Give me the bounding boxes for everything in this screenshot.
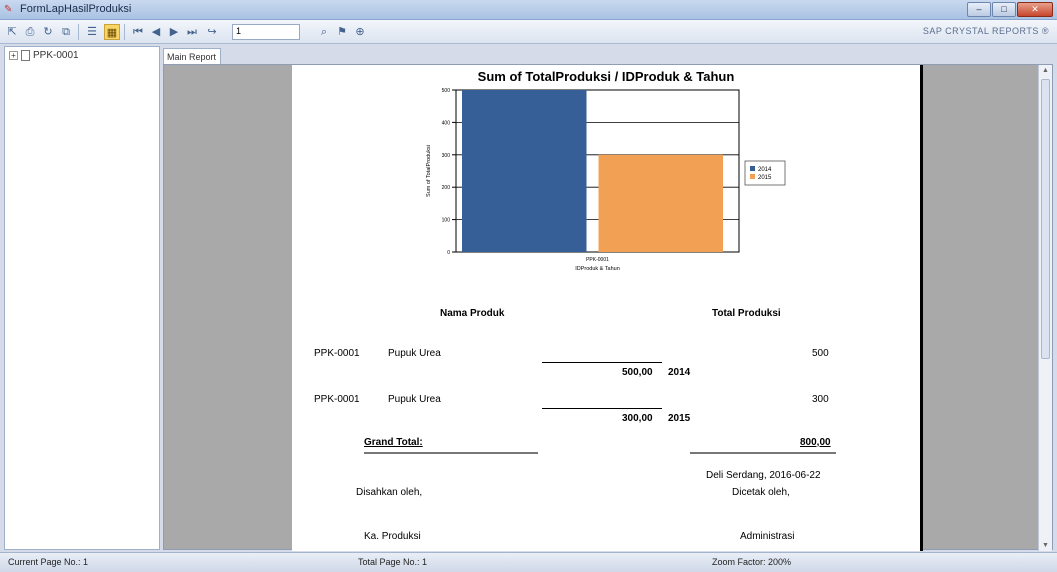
current-page-status: Current Page No.: 1 [8,557,89,567]
place-date: Deli Serdang, 2016-06-22 [706,470,821,481]
bar-chart: 0 100 200 300 400 500 PPK-0001 IDProduk & Tahun… [426,88,786,272]
legend-label-2014: 2014 [758,167,772,173]
grand-total-underline [364,452,538,454]
row2-subtotal: 300,00 [622,413,653,424]
report-page: Sum of TotalProduksi / IDProduk & Tahun … [292,65,920,551]
tab-main-report[interactable]: Main Report [163,48,221,65]
find-next-icon[interactable]: ⚑ [334,24,350,40]
row2-name: Pupuk Urea [388,394,441,405]
y-tick-label: 300 [442,153,451,159]
signatory-production: Ka. Produksi [364,531,421,542]
window-controls: – □ ✕ [967,2,1053,17]
report-toolbar: ⇱ ⎙ ↻ ⧉ ☰ ▦ ⏮ ◀ ▶ ⏭ ↪ 1 ⌕ ⚑ ⊕ SAP CRYSTA… [0,20,1057,44]
page-border [920,65,923,551]
zoom-icon[interactable]: ⊕ [352,24,368,40]
legend-label-2015: 2015 [758,175,772,181]
grand-total-value: 800,00 [800,437,831,448]
brand-label: SAP CRYSTAL REPORTS ® [922,26,1049,36]
maximize-button[interactable]: □ [992,2,1016,17]
scrollbar-thumb[interactable] [1041,79,1050,359]
toggle-group-tree-icon[interactable]: ☰ [84,24,100,40]
signatory-administration: Administrasi [740,531,795,542]
app-icon: ✎ [4,4,13,15]
y-tick-label: 400 [442,120,451,126]
report-tabs: Main Report [163,46,1053,65]
tree-item-ppk-0001[interactable]: + PPK-0001 [9,50,79,61]
previous-page-icon[interactable]: ◀ [148,24,164,40]
minimize-button[interactable]: – [967,2,991,17]
export-icon[interactable]: ⇱ [4,24,20,40]
grand-total-label: Grand Total: [364,437,423,448]
first-page-icon[interactable]: ⏮ [130,24,146,40]
printed-by-label: Dicetak oleh, [732,487,790,498]
grand-total-underline [690,452,836,454]
last-page-icon[interactable]: ⏭ [184,24,200,40]
y-axis-label: Sum of TotalProduksi [426,145,432,197]
scroll-down-icon[interactable]: ▼ [1041,542,1050,549]
column-header-nama-produk: Nama Produk [440,308,505,319]
document-icon [21,50,30,61]
y-tick-label: 500 [442,88,451,94]
expand-icon[interactable]: + [9,51,18,60]
goto-page-icon[interactable]: ↪ [204,24,220,40]
title-bar: ✎ FormLapHasilProduksi – □ ✕ [0,0,1057,20]
bar-2014 [462,90,587,252]
y-tick-label: 0 [447,250,450,256]
row1-year: 2014 [668,367,691,378]
subtotal-line [542,408,662,409]
vertical-scrollbar[interactable]: ▲ ▼ [1038,65,1052,551]
row1-subtotal: 500,00 [622,367,653,378]
find-icon[interactable]: ⌕ [316,24,332,40]
x-axis-label: IDProduk & Tahun [575,266,620,272]
close-button[interactable]: ✕ [1017,2,1053,17]
approved-by-label: Disahkan oleh, [356,487,423,498]
toggle-parameter-panel-icon[interactable]: ▦ [104,24,120,40]
status-bar: Current Page No.: 1 Total Page No.: 1 Zo… [0,552,1057,572]
print-icon[interactable]: ⎙ [22,24,38,40]
legend-swatch-2015 [750,174,755,179]
column-header-total-produksi: Total Produksi [712,308,781,319]
y-tick-label: 100 [442,218,451,224]
report-viewer: Sum of TotalProduksi / IDProduk & Tahun … [163,64,1053,551]
tree-item-label: PPK-0001 [33,50,79,61]
legend-box [744,160,786,186]
row1-id: PPK-0001 [314,348,360,359]
copy-icon[interactable]: ⧉ [58,24,74,40]
bar-2015 [598,154,723,252]
row1-value: 500 [812,348,829,359]
x-category-label: PPK-0001 [586,257,609,263]
legend-swatch-2014 [750,166,755,171]
refresh-icon[interactable]: ↻ [40,24,56,40]
row2-id: PPK-0001 [314,394,360,405]
page-number-input[interactable]: 1 [232,24,300,40]
row1-name: Pupuk Urea [388,348,441,359]
group-tree-panel: + PPK-0001 [4,46,160,550]
row2-year: 2015 [668,413,691,424]
window-title: FormLapHasilProduksi [20,3,132,15]
total-page-status: Total Page No.: 1 [358,557,428,567]
subtotal-line [542,362,662,363]
scroll-up-icon[interactable]: ▲ [1041,67,1050,74]
row2-value: 300 [812,394,829,405]
next-page-icon[interactable]: ▶ [166,24,182,40]
y-tick-label: 200 [442,185,451,191]
zoom-status: Zoom Factor: 200% [712,557,792,567]
